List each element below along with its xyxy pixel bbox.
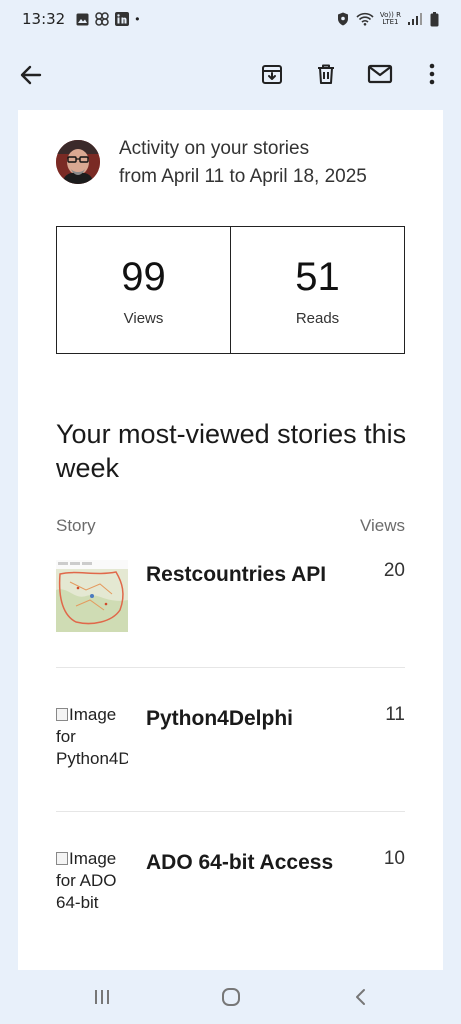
recent-apps-icon[interactable] [89, 984, 115, 1010]
story-row[interactable]: Image for Python4Delphi Python4Delphi 11 [56, 704, 405, 848]
stat-views: 99 Views [57, 227, 230, 353]
email-body: Activity on your stories from April 11 t… [18, 110, 443, 970]
system-nav-bar [0, 970, 461, 1024]
broken-image-icon [56, 708, 68, 721]
column-views: Views [359, 516, 405, 535]
divider [56, 667, 405, 668]
linkedin-icon [115, 12, 130, 26]
archive-icon[interactable] [258, 60, 286, 88]
broken-image-icon [56, 852, 68, 865]
app-bar [0, 38, 461, 110]
story-thumbnail-broken[interactable]: Image for ADO 64-bit Access [56, 848, 128, 914]
more-vert-icon[interactable] [418, 60, 446, 88]
signal-icon [407, 12, 423, 26]
avatar [56, 140, 100, 184]
delete-icon[interactable] [312, 60, 340, 88]
back-arrow-icon[interactable] [18, 62, 44, 88]
story-title[interactable]: ADO 64-bit Access [146, 848, 346, 877]
wifi-icon [356, 12, 374, 26]
stat-views-value: 99 [121, 254, 166, 299]
table-header: Story Views [56, 516, 405, 536]
back-icon[interactable] [348, 984, 374, 1010]
mark-unread-icon[interactable] [366, 60, 394, 88]
story-thumbnail-broken[interactable]: Image for Python4Delphi [56, 704, 128, 770]
shield-icon [336, 12, 350, 26]
image-icon [75, 12, 89, 26]
section-heading: Your most-viewed stories this week [56, 419, 407, 483]
story-views: 10 [383, 848, 405, 869]
stat-reads-label: Reads [295, 309, 340, 327]
volte-indicator: Vo)) R LTE1 [379, 11, 401, 26]
story-title[interactable]: Restcountries API [146, 560, 346, 589]
story-row[interactable]: Image for ADO 64-bit Access ADO 64-bit A… [56, 848, 405, 970]
story-title[interactable]: Python4Delphi [146, 704, 346, 733]
home-icon[interactable] [218, 984, 244, 1010]
stats-box: 99 Views 51 Reads [56, 226, 405, 354]
story-thumbnail-map[interactable] [56, 560, 128, 632]
status-dot: • [135, 12, 140, 26]
activity-title: Activity on your stories [119, 138, 310, 159]
activity-date-range: from April 11 to April 18, 2025 [119, 166, 367, 187]
activity-summary: Activity on your stories from April 11 t… [119, 135, 367, 191]
pinwheel-icon [95, 12, 109, 26]
divider [56, 811, 405, 812]
stat-reads-value: 51 [295, 254, 340, 299]
story-row[interactable]: Restcountries API 20 [56, 560, 405, 704]
column-story: Story [56, 516, 96, 535]
story-views: 11 [385, 704, 405, 725]
status-bar: 13:32 • Vo)) R LTE1 [0, 0, 461, 38]
story-views: 20 [383, 560, 405, 581]
status-time: 13:32 [22, 10, 66, 28]
stat-views-label: Views [123, 309, 164, 327]
stat-reads: 51 Reads [230, 227, 404, 353]
battery-icon [429, 11, 439, 26]
